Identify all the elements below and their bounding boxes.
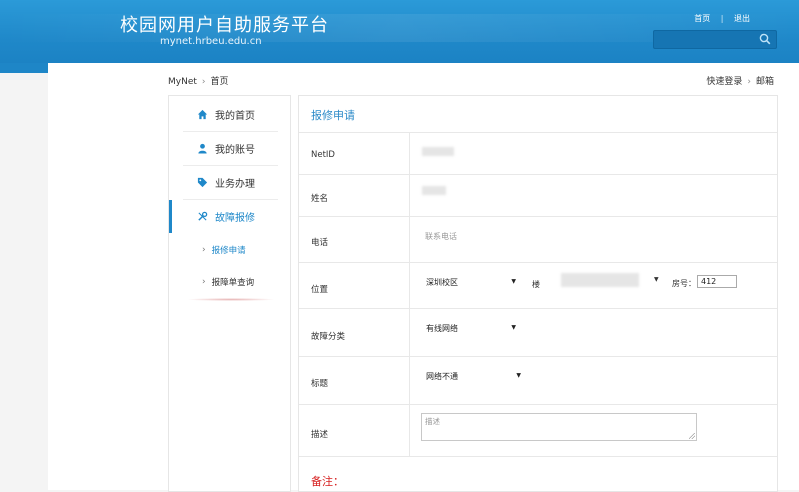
dropdown-caret-icon: ▼ [511, 278, 516, 285]
netid-label: NetID [311, 150, 335, 160]
repair-form: 报修申请 NetID 姓名 电话 联系电话 位置 深圳校区 ▼ 楼 ▼ 房号： … [298, 95, 778, 492]
chevron-right-icon: › [202, 245, 206, 255]
header-edge [0, 63, 48, 73]
row-divider [409, 357, 410, 405]
sidebar-item-label: 故障报修 [215, 213, 255, 224]
user-icon [198, 143, 207, 154]
name-value [422, 186, 446, 195]
category-select[interactable]: 有线网络 ▼ [421, 321, 521, 336]
sidebar-item-label: 业务办理 [215, 179, 255, 190]
description-textarea[interactable]: 描述 [421, 413, 697, 441]
row-divider [409, 309, 410, 357]
home-icon [197, 109, 208, 120]
wrench-icon [198, 211, 208, 221]
form-title: 报修申请 [311, 109, 355, 122]
note-title: 备注： [311, 475, 344, 488]
sidebar-subitem-label: 报修申请 [211, 246, 246, 256]
description-label: 描述 [311, 430, 329, 440]
mailbox-link[interactable]: 邮箱 [756, 77, 774, 87]
top-link-separator: | [720, 14, 724, 23]
chevron-right-icon: › [201, 77, 206, 87]
quick-links: 快速登录 › 邮箱 [706, 74, 774, 87]
name-label: 姓名 [311, 194, 329, 204]
building-label: 楼 [532, 280, 540, 289]
phone-input[interactable]: 联系电话 [425, 231, 457, 242]
room-label: 房号： [672, 279, 696, 288]
row-divider [409, 217, 410, 263]
chevron-right-icon: › [747, 77, 751, 87]
sidebar-subitem-label: 报障单查询 [211, 278, 255, 288]
breadcrumb-root[interactable]: MyNet [168, 77, 197, 87]
sidebar-item-label: 我的首页 [215, 111, 255, 122]
chevron-right-icon: › [202, 277, 206, 287]
row-divider [409, 263, 410, 309]
form-row-description: 描述 描述 [299, 404, 777, 457]
form-row-subject: 标题 网络不通 ▼ [299, 356, 777, 405]
building-select[interactable] [561, 273, 639, 287]
tag-icon [197, 177, 208, 188]
description-placeholder: 描述 [425, 417, 440, 426]
sidebar-item-repair[interactable]: 故障报修 [169, 200, 290, 233]
sidebar-item-account[interactable]: 我的账号 [183, 132, 278, 166]
row-divider [409, 405, 410, 457]
location-label: 位置 [311, 285, 329, 295]
campus-select-value: 深圳校区 [426, 278, 458, 287]
subject-select-value: 网络不通 [426, 372, 458, 381]
form-row-category: 故障分类 有线网络 ▼ [299, 308, 777, 357]
sidebar-item-home[interactable]: 我的首页 [183, 98, 278, 132]
resize-grip-icon[interactable] [689, 433, 695, 439]
form-row-note [299, 456, 777, 492]
site-title: 校园网用户自助服务平台 [120, 15, 329, 36]
sidebar-item-label: 我的账号 [215, 145, 255, 156]
quick-login-link[interactable]: 快速登录 [706, 77, 742, 87]
site-url: mynet.hrbeu.edu.cn [160, 36, 262, 47]
form-row-phone: 电话 联系电话 [299, 216, 777, 263]
row-divider [409, 175, 410, 217]
form-row-location: 位置 深圳校区 ▼ 楼 ▼ 房号： 412 [299, 262, 777, 309]
sidebar-subitem-ticket-query[interactable]: › 报障单查询 [202, 276, 254, 288]
header-search-input[interactable] [653, 30, 777, 49]
dropdown-caret-icon: ▼ [516, 372, 521, 379]
category-label: 故障分类 [311, 332, 346, 342]
dropdown-caret-icon: ▼ [511, 324, 516, 331]
sidebar-item-business[interactable]: 业务办理 [183, 166, 278, 200]
category-select-value: 有线网络 [426, 324, 458, 333]
room-input[interactable]: 412 [697, 275, 737, 288]
sidebar: 我的首页 我的账号 业务办理 故障报修 › 报修申请 › 报障单查询 [168, 95, 291, 492]
top-link-logout[interactable]: 退出 [734, 14, 750, 23]
top-link-home[interactable]: 首页 [694, 14, 710, 23]
netid-value [422, 147, 454, 156]
top-links: 首页 | 退出 [690, 13, 754, 24]
subject-label: 标题 [311, 379, 329, 389]
sidebar-divider [187, 298, 275, 301]
phone-label: 电话 [311, 238, 329, 248]
search-icon[interactable] [758, 32, 772, 46]
form-row-netid: NetID [299, 132, 777, 175]
sidebar-subitem-repair-request[interactable]: › 报修申请 [202, 244, 246, 256]
subject-select[interactable]: 网络不通 ▼ [421, 369, 526, 384]
row-divider [409, 133, 410, 175]
campus-select[interactable]: 深圳校区 ▼ [421, 275, 521, 290]
dropdown-caret-icon: ▼ [654, 276, 659, 283]
breadcrumb: MyNet › 首页 [168, 74, 229, 87]
form-row-name: 姓名 [299, 174, 777, 217]
breadcrumb-current[interactable]: 首页 [211, 77, 229, 87]
